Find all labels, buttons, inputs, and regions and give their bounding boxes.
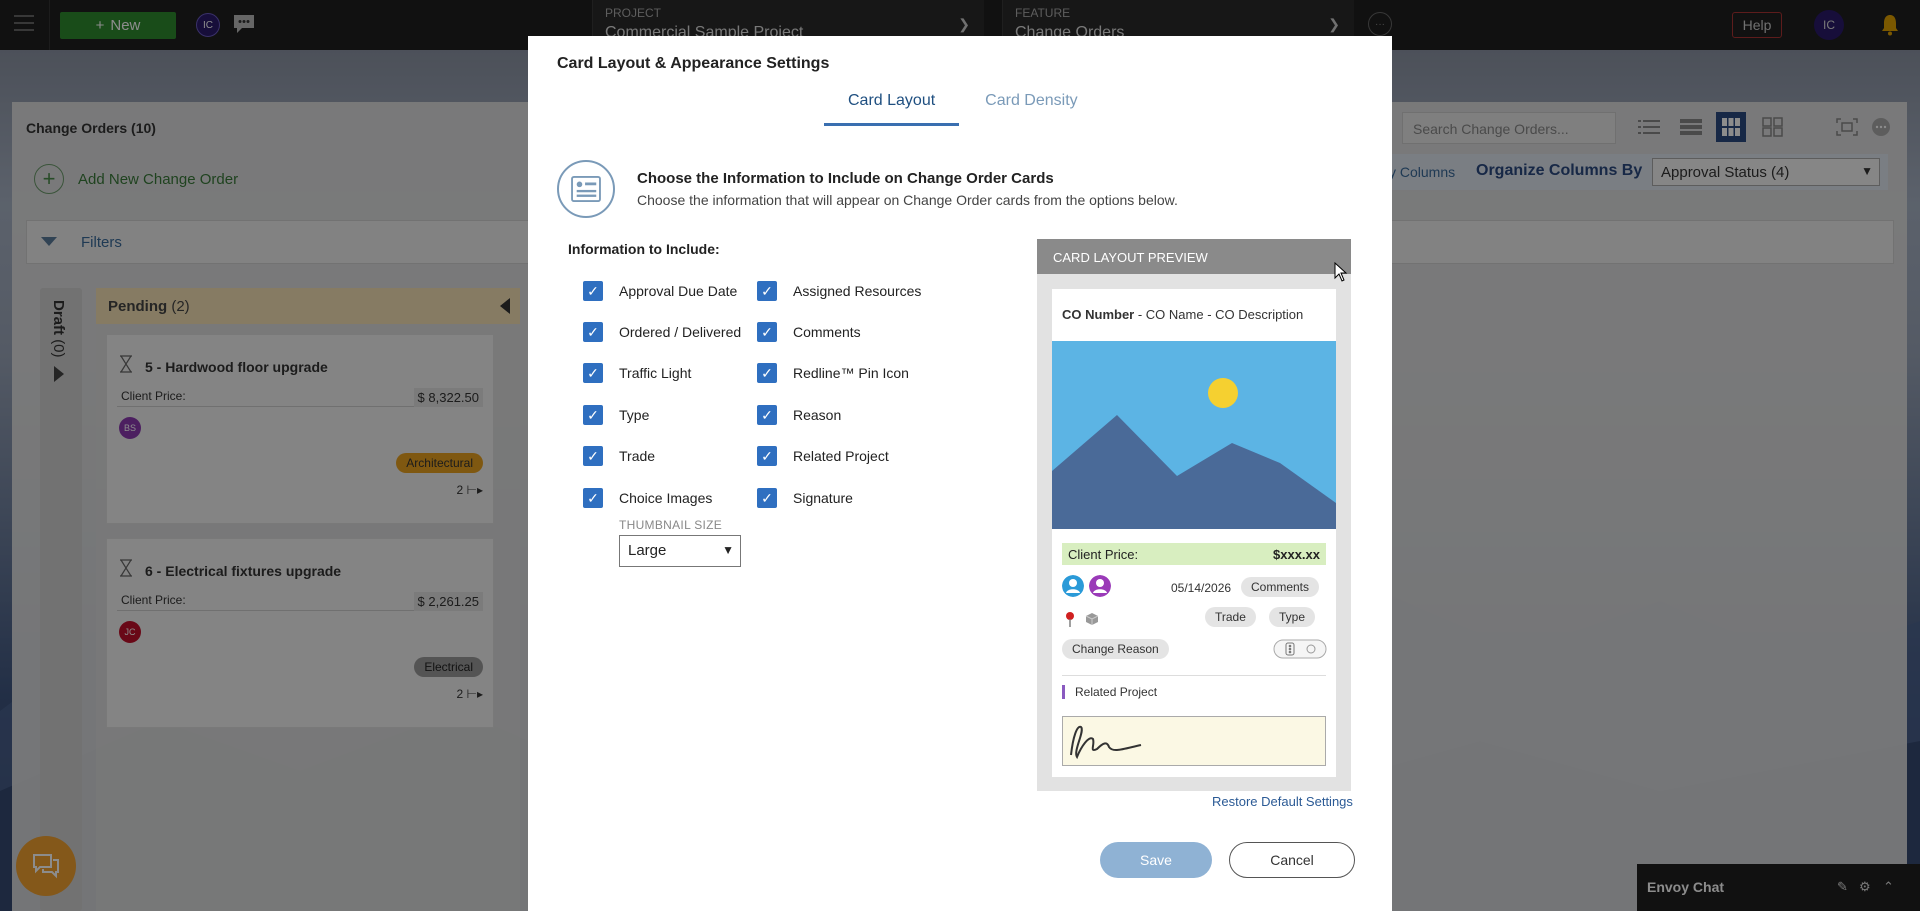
checkbox-comments[interactable]: ✓ Comments xyxy=(757,322,861,342)
checkmark-icon[interactable]: ✓ xyxy=(583,281,603,301)
checkbox-traffic-light[interactable]: ✓ Traffic Light xyxy=(583,363,691,383)
tab-card-layout[interactable]: Card Layout xyxy=(824,90,960,126)
signature-icon xyxy=(1070,725,1142,760)
checkbox-label: Signature xyxy=(793,490,853,506)
card-layout-settings-dialog: Card Layout & Appearance Settings Card L… xyxy=(528,36,1392,911)
checkbox-related-project[interactable]: ✓ Related Project xyxy=(757,446,889,466)
intro-text: Choose the information that will appear … xyxy=(637,192,1178,208)
checkbox-trade[interactable]: ✓ Trade xyxy=(583,446,655,466)
checkbox-label: Redline™ Pin Icon xyxy=(793,365,909,381)
checkmark-icon[interactable]: ✓ xyxy=(757,281,777,301)
comments-pill: Comments xyxy=(1241,577,1320,597)
checkbox-assigned-resources[interactable]: ✓ Assigned Resources xyxy=(757,281,921,301)
tab-card-density[interactable]: Card Density xyxy=(961,90,1101,126)
related-project: Related Project xyxy=(1062,685,1157,699)
checkbox-choice-images[interactable]: ✓ Choice Images xyxy=(583,488,712,508)
checkbox-label: Assigned Resources xyxy=(793,283,922,299)
signature-box xyxy=(1062,716,1326,766)
change-reason-pill: Change Reason xyxy=(1062,639,1169,659)
trade-pill: Trade xyxy=(1205,607,1256,627)
checkmark-icon[interactable]: ✓ xyxy=(757,446,777,466)
thumbnail-size-label: THUMBNAIL SIZE xyxy=(619,518,723,532)
checkbox-label: Comments xyxy=(793,324,861,340)
preview-card: CO Number - CO Name - CO Description Cli… xyxy=(1052,289,1336,777)
checkbox-label: Ordered / Delivered xyxy=(619,324,742,340)
preview-date: 05/14/2026 xyxy=(1171,581,1232,595)
person-avatar-icon xyxy=(1089,575,1111,597)
checkbox-type[interactable]: ✓ Type xyxy=(583,405,649,425)
checkmark-icon[interactable]: ✓ xyxy=(583,405,603,425)
checkmark-icon[interactable]: ✓ xyxy=(583,446,603,466)
person-avatar-icon xyxy=(1062,575,1084,597)
traffic-light-icon xyxy=(1273,639,1327,659)
preview-card-title: CO Number - CO Name - CO Description xyxy=(1062,307,1304,322)
checkmark-icon[interactable]: ✓ xyxy=(583,322,603,342)
checkbox-label: Related Project xyxy=(793,448,889,464)
restore-default-settings-link[interactable]: Restore Default Settings xyxy=(1212,794,1353,809)
pin-icon xyxy=(1066,612,1074,627)
tab-bar: Card Layout Card Density xyxy=(824,90,1102,126)
checkmark-icon[interactable]: ✓ xyxy=(757,322,777,342)
dialog-title: Card Layout & Appearance Settings xyxy=(557,55,830,72)
checkbox-label: Traffic Light xyxy=(619,365,692,381)
info-to-include-label: Information to Include: xyxy=(568,241,720,257)
thumbnail-size-value: Large xyxy=(628,542,667,559)
intro-heading: Choose the Information to Include on Cha… xyxy=(637,170,1054,187)
preview-price-row: Client Price: $xxx.xx xyxy=(1062,543,1326,565)
checkbox-signature[interactable]: ✓ Signature xyxy=(757,488,853,508)
checkmark-icon[interactable]: ✓ xyxy=(757,363,777,383)
checkbox-approval-due-date[interactable]: ✓ Approval Due Date xyxy=(583,281,737,301)
type-pill: Type xyxy=(1269,607,1316,627)
checkmark-icon[interactable]: ✓ xyxy=(757,488,777,508)
card-layout-preview: CARD LAYOUT PREVIEW CO Number - CO Name … xyxy=(1037,239,1351,791)
preview-price-value: $xxx.xx xyxy=(1273,547,1320,562)
checkbox-redline-pin-icon[interactable]: ✓ Redline™ Pin Icon xyxy=(757,363,909,383)
checkbox-label: Type xyxy=(619,407,650,423)
checkbox-label: Trade xyxy=(619,448,656,464)
save-button[interactable]: Save xyxy=(1100,842,1212,878)
checkmark-icon[interactable]: ✓ xyxy=(583,488,603,508)
checkbox-label: Approval Due Date xyxy=(619,283,738,299)
preview-price-label: Client Price: xyxy=(1068,547,1139,562)
checkbox-label: Choice Images xyxy=(619,490,713,506)
chevron-down-icon: ▼ xyxy=(722,543,734,557)
thumbnail-size-select[interactable]: Large ▼ xyxy=(619,535,741,567)
checkmark-icon[interactable]: ✓ xyxy=(757,405,777,425)
checkbox-ordered-delivered[interactable]: ✓ Ordered / Delivered xyxy=(583,322,741,342)
preview-header: CARD LAYOUT PREVIEW xyxy=(1037,239,1351,274)
cancel-button[interactable]: Cancel xyxy=(1229,842,1355,878)
checkbox-label: Reason xyxy=(793,407,842,423)
divider xyxy=(1062,675,1326,676)
checkbox-reason[interactable]: ✓ Reason xyxy=(757,405,841,425)
mouse-cursor-icon xyxy=(1334,262,1348,282)
checkmark-icon[interactable]: ✓ xyxy=(583,363,603,383)
card-settings-icon xyxy=(557,160,615,218)
image-placeholder-icon xyxy=(1052,341,1336,529)
box-icon xyxy=(1085,613,1099,625)
